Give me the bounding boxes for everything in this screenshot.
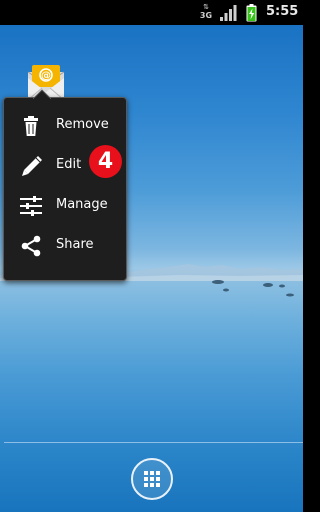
status-bar: ⇅ 3G 5:55 bbox=[0, 0, 303, 25]
shortcut-context-menu: Remove Edit Manage Share bbox=[3, 97, 127, 281]
trash-icon bbox=[24, 116, 38, 136]
grid-icon bbox=[144, 471, 160, 487]
step-number-badge: 4 bbox=[89, 145, 122, 178]
menu-item-manage[interactable]: Manage bbox=[4, 186, 126, 226]
app-drawer-button[interactable] bbox=[131, 458, 173, 500]
menu-item-label: Manage bbox=[56, 197, 108, 212]
data-activity-arrows-icon: ⇅ bbox=[203, 3, 209, 11]
network-type-label: 3G bbox=[199, 11, 213, 20]
network-type-indicator: ⇅ 3G bbox=[199, 4, 213, 22]
menu-item-label: Share bbox=[56, 237, 94, 252]
pencil-icon bbox=[22, 156, 42, 176]
menu-pointer bbox=[33, 89, 51, 99]
svg-text:@: @ bbox=[41, 71, 51, 82]
clock: 5:55 bbox=[266, 4, 299, 19]
battery-charging-icon bbox=[246, 4, 257, 22]
sliders-icon bbox=[20, 196, 42, 216]
menu-item-label: Remove bbox=[56, 117, 109, 132]
signal-strength-icon bbox=[220, 5, 237, 21]
phone-screen: ⇅ 3G 5:55 @ Remove Edit Manage Share 4 bbox=[0, 0, 303, 512]
menu-item-label: Edit bbox=[56, 157, 82, 172]
menu-item-remove[interactable]: Remove bbox=[4, 106, 126, 146]
dock-divider bbox=[4, 442, 303, 443]
share-icon bbox=[21, 235, 41, 257]
menu-item-share[interactable]: Share bbox=[4, 226, 126, 266]
